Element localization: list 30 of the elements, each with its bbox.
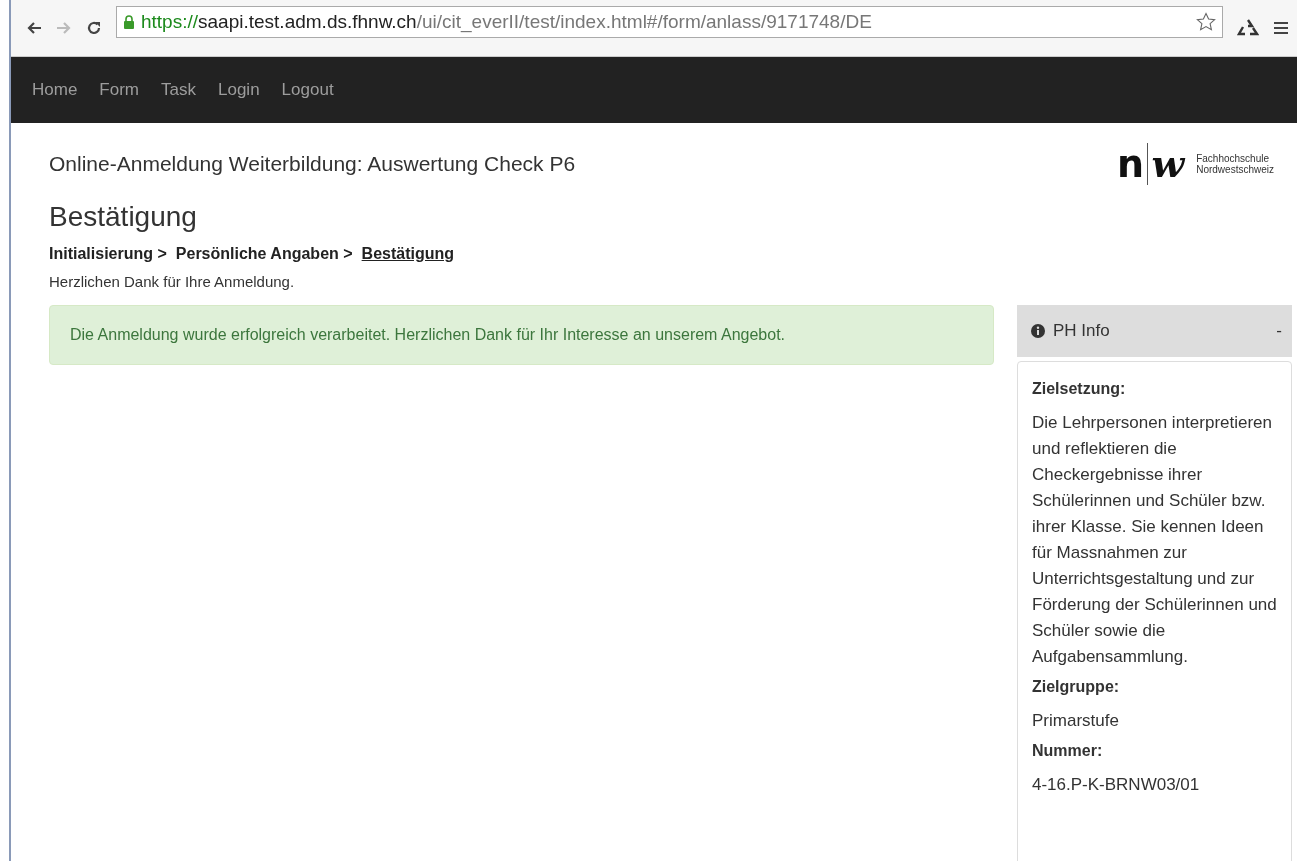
menu-icon[interactable] — [1273, 21, 1289, 35]
breadcrumb-step: Initialisierung > — [49, 245, 167, 273]
nav-link[interactable]: Login — [207, 80, 271, 100]
nav-link[interactable]: Home — [21, 80, 89, 100]
nav-link[interactable]: Form — [88, 80, 151, 100]
breadcrumb-step: Persönliche Angaben > — [175, 245, 353, 273]
field-label: Zielsetzung: — [1032, 380, 1127, 398]
address-bar[interactable]: https://saapi.test.adm.ds.fhnw.ch/ui/cit_everII/test/index.html#/form/anlass/9171748/DE — [116, 6, 1223, 38]
panel-title: PH Info — [1053, 321, 1111, 341]
logo-letter: w — [1151, 145, 1185, 183]
field-label: Nummer: — [1032, 742, 1104, 760]
intro-text: Herzlichen Dank für Ihre Anmeldung. — [49, 273, 296, 292]
nav-link[interactable]: Task — [150, 80, 207, 100]
field-value: Primarstufe — [1032, 710, 1120, 732]
field-value: Die Lehrpersonen interpretieren und reflektieren die Checkergebnisse ihrer Schülerinnen und Schüler bzw. ihrer Klasse. Sie kennen Ideen für Massnahmen zur Unterrichtsgestaltung und zur Förderung der Schülerinnen und Schüler sowie die Aufgabensammlung. — [1032, 412, 1278, 668]
reload-icon[interactable] — [86, 20, 102, 36]
page-heading: Online-Anmeldung Weiterbildung: Auswertung Check P6 — [49, 152, 576, 176]
collapse-toggle[interactable]: - — [1276, 321, 1282, 341]
panel-header[interactable]: PH Info - — [1017, 305, 1292, 357]
nav-link[interactable]: Logout — [270, 80, 345, 100]
field-label: Zielgruppe: — [1032, 678, 1121, 696]
field-value: 4-16.P-K-BRNW03/01 — [1032, 774, 1201, 796]
logo-letter: n — [1116, 145, 1144, 183]
logo-text: Fachhochschule Nordwestschweiz — [1196, 153, 1274, 175]
back-icon[interactable] — [26, 21, 42, 35]
star-icon[interactable] — [1196, 12, 1216, 32]
success-alert: Die Anmeldung wurde erfolgreich verarbeitet. Herzlichen Dank für Ihr Interesse an unserem Angebot. — [49, 305, 994, 365]
section-title: Bestätigung — [49, 201, 198, 234]
info-icon — [1031, 324, 1045, 338]
breadcrumb-step: Bestätigung — [361, 245, 455, 273]
